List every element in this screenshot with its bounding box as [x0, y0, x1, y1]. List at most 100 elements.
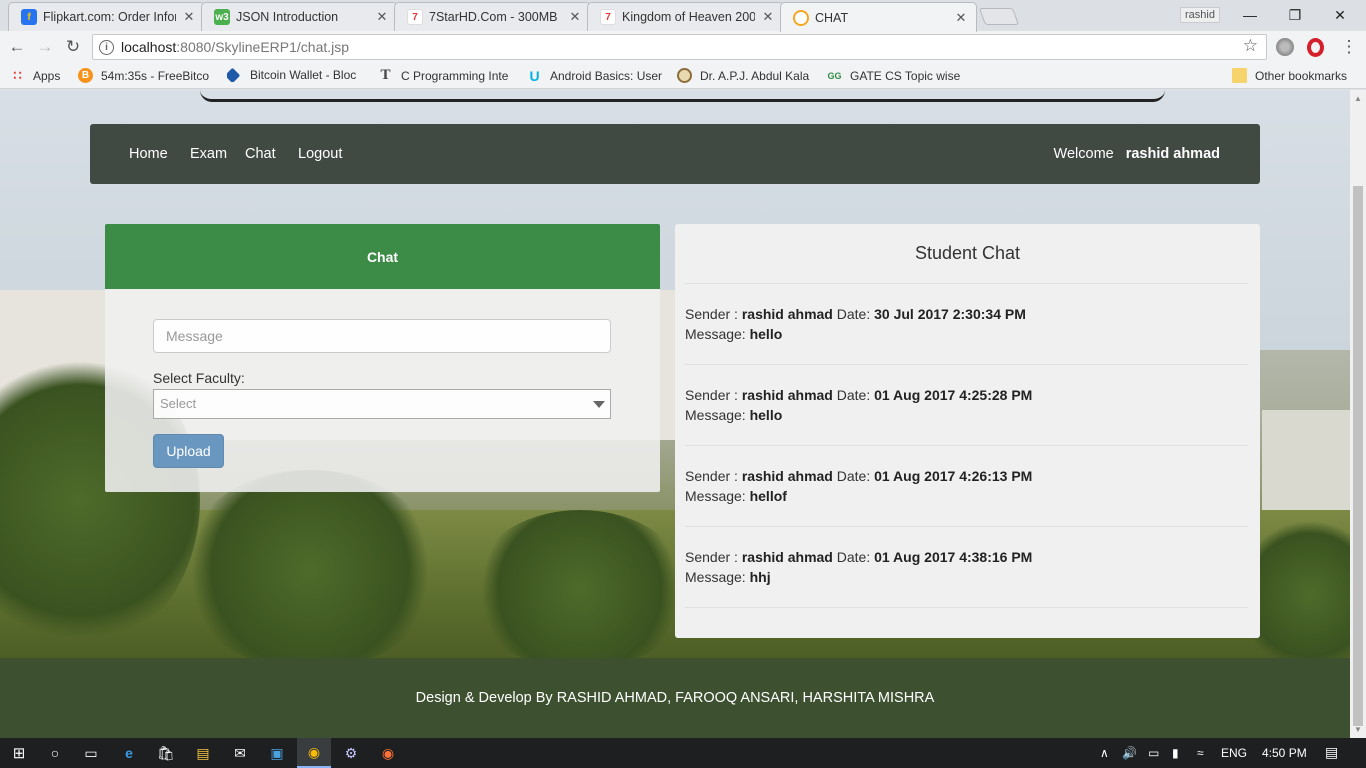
sender-label: Sender : — [685, 387, 738, 403]
url-text: localhost:8080/SkylineERP1/chat.jsp — [121, 39, 349, 55]
sender-label: Sender : — [685, 549, 738, 565]
nav-exam-link[interactable]: Exam — [190, 146, 227, 162]
message-meta: Sender : rashid ahmad Date: 30 Jul 2017 … — [685, 304, 1250, 324]
bookmark-apps[interactable]: ∷ Apps — [10, 68, 60, 83]
battery-icon[interactable]: ▮ — [1172, 746, 1179, 760]
profile-button[interactable]: rashid — [1180, 7, 1220, 23]
message-label: Message: — [685, 326, 746, 342]
upload-button[interactable]: Upload — [153, 434, 224, 468]
folder-icon — [1232, 68, 1247, 83]
edge-icon[interactable]: e — [118, 742, 140, 764]
browser-tab[interactable]: f Flipkart.com: Order Infor ✕ — [8, 2, 205, 31]
bookmark-item[interactable]: B 54m:35s - FreeBitco — [78, 68, 215, 83]
welcome-label: Welcome — [1053, 146, 1114, 162]
scroll-up-icon[interactable]: ▲ — [1354, 94, 1362, 103]
chrome-taskbar-icon[interactable]: ◉ — [297, 738, 331, 768]
chat-message: Sender : rashid ahmad Date: 01 Aug 2017 … — [685, 547, 1250, 587]
chat-form-panel: Chat Select Faculty: Select Upload — [105, 224, 660, 492]
geeksforgeeks-icon: GG — [827, 70, 842, 81]
url-host: localhost — [121, 39, 177, 55]
close-icon[interactable]: ✕ — [182, 9, 196, 25]
extension-icon[interactable] — [1276, 38, 1294, 56]
minimize-icon[interactable]: — — [1227, 0, 1273, 30]
message-input[interactable] — [153, 319, 611, 353]
tab-title: 7StarHD.Com - 300MB D — [429, 10, 562, 24]
background-tree — [180, 470, 440, 670]
bookmark-label: Dr. A.P.J. Abdul Kala — [700, 68, 810, 83]
divider — [685, 364, 1248, 365]
browser-tab[interactable]: w3 JSON Introduction ✕ — [201, 2, 398, 31]
message-body: Message: hello — [685, 405, 1250, 425]
date-label: Date: — [836, 306, 871, 322]
w3schools-icon: w3 — [214, 9, 230, 25]
message-date: 01 Aug 2017 4:26:13 PM — [874, 468, 1033, 484]
bitcoin-icon: B — [78, 68, 93, 83]
window-close-icon[interactable]: ✕ — [1317, 0, 1363, 30]
scroll-down-icon[interactable]: ▼ — [1354, 725, 1362, 734]
message-text: hello — [749, 407, 783, 423]
message-date: 01 Aug 2017 4:25:28 PM — [874, 387, 1033, 403]
task-view-icon[interactable]: ▭ — [80, 742, 102, 764]
tab-title: JSON Introduction — [236, 10, 339, 24]
bookmark-item[interactable]: Bitcoin Wallet - Bloc — [227, 68, 364, 82]
back-arrow-icon[interactable]: ← — [6, 37, 28, 57]
new-tab-button[interactable] — [978, 8, 1020, 25]
7starhd-icon: 7 — [600, 9, 616, 25]
firefox-icon[interactable]: ◉ — [377, 742, 399, 764]
message-body: Message: hellof — [685, 486, 1250, 506]
opera-icon[interactable] — [1307, 38, 1324, 57]
restore-icon[interactable]: ❐ — [1272, 0, 1318, 30]
scrollbar-thumb[interactable] — [1353, 186, 1363, 726]
bookmark-label: Apps — [33, 68, 61, 83]
bookmark-label: C Programming Inte — [401, 68, 509, 83]
forward-arrow-icon[interactable]: → — [34, 37, 56, 57]
blockchain-icon — [227, 68, 241, 82]
other-bookmarks[interactable]: Other bookmarks — [1232, 68, 1347, 83]
bookmark-item[interactable]: T C Programming Inte — [378, 68, 515, 83]
student-chat-panel: Student Chat Sender : rashid ahmad Date:… — [675, 224, 1260, 638]
message-text: hello — [749, 326, 783, 342]
volume-icon[interactable]: 🔊 — [1122, 746, 1137, 760]
browser-toolbar: ← → ↻ i localhost:8080/SkylineERP1/chat.… — [0, 31, 1366, 63]
wifi-icon[interactable]: ≈ — [1197, 746, 1204, 760]
tab-title: CHAT — [815, 10, 849, 25]
store-icon[interactable]: 🛍 — [155, 742, 177, 764]
notification-icon[interactable]: ▤ — [1325, 744, 1338, 761]
app-window-icon[interactable]: ▣ — [266, 742, 288, 764]
faculty-select[interactable]: Select — [153, 389, 611, 419]
chat-message: Sender : rashid ahmad Date: 01 Aug 2017 … — [685, 466, 1250, 506]
settings-gear-icon[interactable]: ⚙ — [340, 742, 362, 764]
tray-chevron-icon[interactable]: ∧ — [1100, 746, 1109, 760]
mail-icon[interactable]: ✉ — [229, 742, 251, 764]
close-icon[interactable]: ✕ — [568, 9, 582, 25]
browser-tab[interactable]: 7 Kingdom of Heaven 2005 ✕ — [587, 2, 784, 31]
nav-logout-link[interactable]: Logout — [298, 146, 342, 162]
browser-tab-active[interactable]: CHAT ✕ — [780, 2, 977, 32]
windows-start-icon[interactable]: ⊞ — [8, 742, 30, 764]
browser-tab[interactable]: 7 7StarHD.Com - 300MB D ✕ — [394, 2, 591, 31]
page-scrollbar[interactable]: ▲ ▼ — [1350, 90, 1366, 738]
menu-dots-icon[interactable]: ⋮ — [1338, 37, 1360, 57]
close-icon[interactable]: ✕ — [761, 9, 775, 25]
nav-chat-link[interactable]: Chat — [245, 146, 276, 162]
bookmark-item[interactable]: Dr. A.P.J. Abdul Kala — [677, 68, 814, 83]
bookmark-item[interactable]: GG GATE CS Topic wise — [827, 68, 964, 83]
bookmark-star-icon[interactable]: ☆ — [1243, 36, 1258, 56]
close-icon[interactable]: ✕ — [375, 9, 389, 25]
reload-icon[interactable]: ↻ — [62, 37, 84, 57]
bookmark-label: Android Basics: User — [550, 68, 663, 83]
url-path: :8080/SkylineERP1/chat.jsp — [176, 39, 350, 55]
info-icon[interactable]: i — [99, 39, 114, 55]
cortana-icon[interactable]: ○ — [44, 742, 66, 764]
close-icon[interactable]: ✕ — [954, 10, 968, 26]
display-icon[interactable]: ▭ — [1148, 746, 1159, 760]
language-indicator[interactable]: ENG — [1221, 746, 1247, 760]
clock[interactable]: 4:50 PM — [1262, 746, 1307, 760]
7starhd-icon: 7 — [407, 9, 423, 25]
file-explorer-icon[interactable]: ▤ — [192, 742, 214, 764]
address-bar[interactable]: i localhost:8080/SkylineERP1/chat.jsp ☆ — [92, 34, 1267, 60]
browser-tab-strip: f Flipkart.com: Order Infor ✕ w3 JSON In… — [0, 0, 1366, 32]
divider — [685, 445, 1248, 446]
bookmark-item[interactable]: U Android Basics: User — [527, 68, 664, 83]
nav-home-link[interactable]: Home — [129, 146, 168, 162]
